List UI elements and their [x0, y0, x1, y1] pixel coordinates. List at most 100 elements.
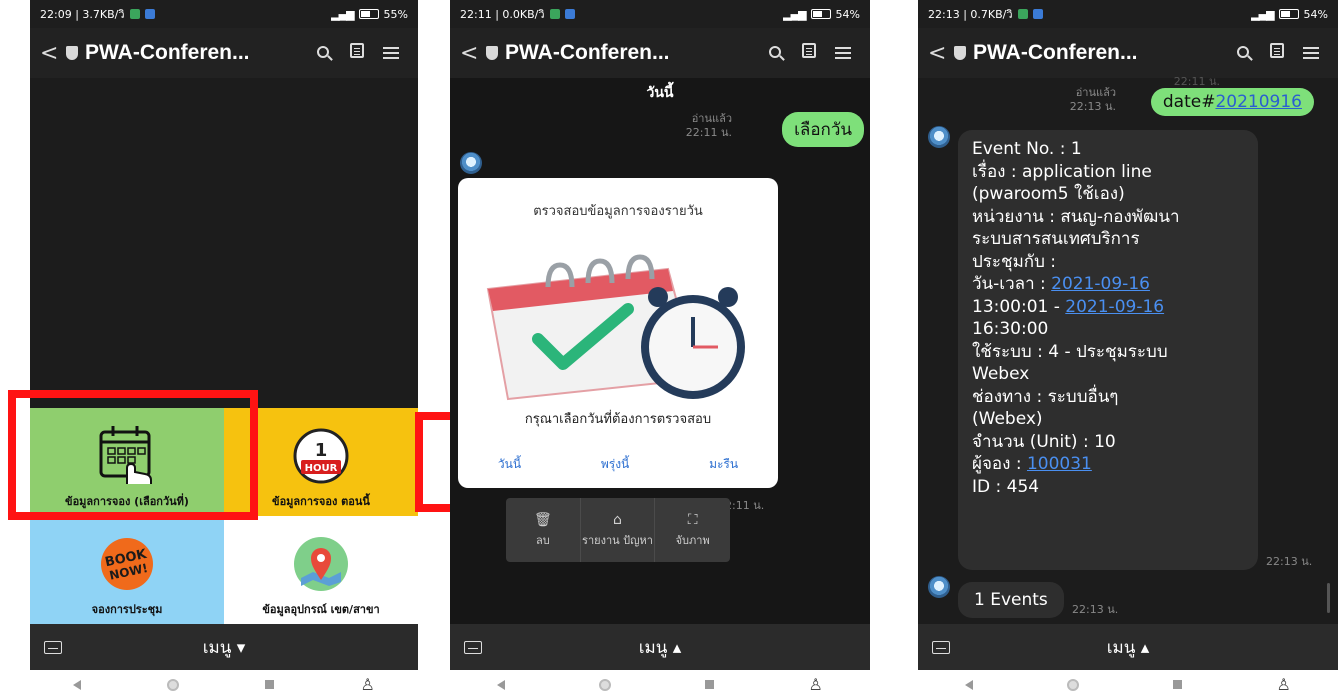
date-link[interactable]: 2021-09-16	[1065, 297, 1164, 317]
event-timestamp: 22:13 น.	[1266, 555, 1313, 568]
trash-icon: 🗑	[533, 511, 552, 528]
choice-today[interactable]: วันนี้	[498, 455, 521, 474]
chat-area: 22:11 น. อ่านแล้ว 22:13 น. date#20210916 …	[918, 75, 1338, 624]
chat-title: PWA-Conferen...	[973, 41, 1138, 64]
map-pin-icon	[294, 537, 348, 591]
search-icon[interactable]	[1226, 43, 1260, 63]
choice-tomorrow[interactable]: พรุ่งนี้	[601, 455, 629, 474]
notification-icon	[1017, 9, 1028, 19]
nav-recents-icon[interactable]	[265, 680, 275, 689]
chat-header: < PWA-Conferen...	[918, 28, 1338, 78]
nav-recents-icon[interactable]	[1173, 680, 1183, 689]
battery-icon	[358, 9, 379, 19]
accessibility-icon[interactable]: ♙	[809, 675, 823, 694]
menu-toggle[interactable]: เมนู ▴	[482, 634, 856, 661]
keyboard-icon[interactable]	[932, 640, 950, 654]
status-bar: 22:09 | 3.7KB/วิ ▂▄▆ 55%	[30, 0, 418, 28]
chat-header: < PWA-Conferen...	[30, 28, 418, 78]
verified-shield-icon	[954, 46, 966, 60]
chat-title: PWA-Conferen...	[505, 41, 670, 64]
menu-icon[interactable]	[826, 43, 860, 63]
context-delete[interactable]: 🗑 ลบ	[506, 498, 581, 562]
events-count-bubble: 1 Events	[958, 582, 1064, 618]
one-hour-clock-icon: 1 HOUR	[293, 428, 349, 484]
nav-back-icon[interactable]	[965, 679, 974, 690]
book-now-badge-icon: BOOK NOW!	[101, 538, 153, 590]
phone-screen-1: 22:09 | 3.7KB/วิ ▂▄▆ 55% < PWA-Conferen.…	[30, 0, 418, 699]
verified-shield-icon	[66, 46, 78, 60]
notes-icon[interactable]	[1260, 43, 1294, 63]
choice-day-after[interactable]: มะรืน	[709, 455, 738, 474]
menu-icon[interactable]	[374, 43, 408, 63]
nav-back-icon[interactable]	[73, 679, 82, 690]
signal-icon: ▂▄▆	[783, 7, 806, 21]
menu-toggle[interactable]: เมนู ▴	[950, 634, 1324, 661]
keyboard-icon[interactable]	[44, 640, 62, 654]
date-divider: วันนี้	[646, 85, 674, 101]
battery-icon	[1278, 9, 1299, 19]
phone-screen-2: 22:11 | 0.0KB/วิ ▂▄▆ 54% < PWA-Conferen.…	[450, 0, 870, 699]
event-detail-bubble: Event No. : 1 เรื่อง : application line …	[958, 130, 1258, 570]
menu-toggle[interactable]: เมนู ▾	[62, 634, 404, 661]
menu-icon[interactable]	[1294, 43, 1328, 63]
keyboard-icon[interactable]	[464, 640, 482, 654]
date-link[interactable]: 2021-09-16	[1051, 274, 1150, 294]
accessibility-icon[interactable]: ♙	[361, 675, 375, 694]
signal-icon: ▂▄▆	[331, 7, 354, 21]
status-time: 22:11 | 0.0KB/วิ	[460, 8, 545, 21]
back-icon[interactable]: <	[40, 41, 66, 66]
status-time: 22:09 | 3.7KB/วิ	[40, 8, 125, 21]
context-capture[interactable]: ⛶ จับภาพ	[655, 498, 730, 562]
richmenu-book-meeting[interactable]: BOOK NOW! จองการประชุม	[30, 516, 224, 624]
battery-level: 55%	[383, 7, 408, 21]
back-icon[interactable]: <	[460, 41, 486, 66]
calendar-clock-illustration	[486, 254, 745, 401]
nav-home-icon[interactable]	[167, 678, 180, 691]
status-time: 22:13 | 0.7KB/วิ	[928, 8, 1013, 21]
choice-row: วันนี้ พรุ่งนี้ มะรืน	[458, 455, 778, 474]
nav-home-icon[interactable]	[599, 678, 612, 691]
verified-shield-icon	[486, 46, 498, 60]
bot-avatar[interactable]	[460, 152, 482, 174]
back-icon[interactable]: <	[928, 41, 954, 66]
card-prompt: กรุณาเลือกวันที่ต้องการตรวจสอบ	[524, 412, 712, 427]
status-bar: 22:11 | 0.0KB/วิ ▂▄▆ 54%	[450, 0, 870, 28]
card-title: ตรวจสอบข้อมูลการจองรายวัน	[533, 204, 703, 219]
search-icon[interactable]	[306, 43, 340, 63]
battery-level: 54%	[835, 7, 860, 21]
richmenu-equipment-info[interactable]: ข้อมูลอุปกรณ์ เขต/สาขา	[224, 516, 418, 624]
capture-icon: ⛶	[687, 511, 698, 528]
user-message-bubble[interactable]: date#20210916	[1150, 88, 1314, 116]
user-message-bubble[interactable]: เลือกวัน	[782, 112, 864, 147]
highlight-box	[8, 390, 258, 520]
status-bar: 22:13 | 0.7KB/วิ ▂▄▆ 54%	[918, 0, 1338, 28]
system-nav-bar: ♙	[30, 670, 418, 699]
richmenu-label: ข้อมูลการจอง ตอนนี้	[272, 495, 370, 508]
notification-icon	[144, 9, 155, 19]
menu-bar: เมนู ▾	[30, 624, 418, 670]
read-receipt: อ่านแล้ว 22:11 น.	[685, 112, 732, 139]
chat-area: วันนี้ อ่านแล้ว 22:11 น. เลือกวัน ตรวจสอบ…	[450, 78, 870, 624]
bot-avatar[interactable]	[928, 126, 950, 148]
notification-icon	[129, 9, 140, 19]
booker-link[interactable]: 100031	[1027, 454, 1092, 474]
notes-icon[interactable]	[792, 43, 826, 63]
chat-title: PWA-Conferen...	[85, 41, 250, 64]
context-report[interactable]: ⌂ รายงาน ปัญหา	[581, 498, 656, 562]
richmenu-label: ข้อมูลอุปกรณ์ เขต/สาขา	[262, 603, 380, 616]
nav-home-icon[interactable]	[1067, 678, 1080, 691]
system-nav-bar: ♙	[918, 670, 1338, 699]
search-icon[interactable]	[758, 43, 792, 63]
system-nav-bar: ♙	[450, 670, 870, 699]
nav-back-icon[interactable]	[497, 679, 506, 690]
signal-icon: ▂▄▆	[1251, 7, 1274, 21]
bot-avatar[interactable]	[928, 576, 950, 598]
menu-bar: เมนู ▴	[918, 624, 1338, 670]
nav-recents-icon[interactable]	[705, 680, 715, 689]
date-link[interactable]: 20210916	[1215, 92, 1302, 112]
scrollbar[interactable]	[1327, 583, 1330, 613]
notification-icon	[1032, 9, 1043, 19]
accessibility-icon[interactable]: ♙	[1277, 675, 1291, 694]
notes-icon[interactable]	[340, 43, 374, 63]
events-timestamp: 22:13 น.	[1072, 603, 1119, 616]
